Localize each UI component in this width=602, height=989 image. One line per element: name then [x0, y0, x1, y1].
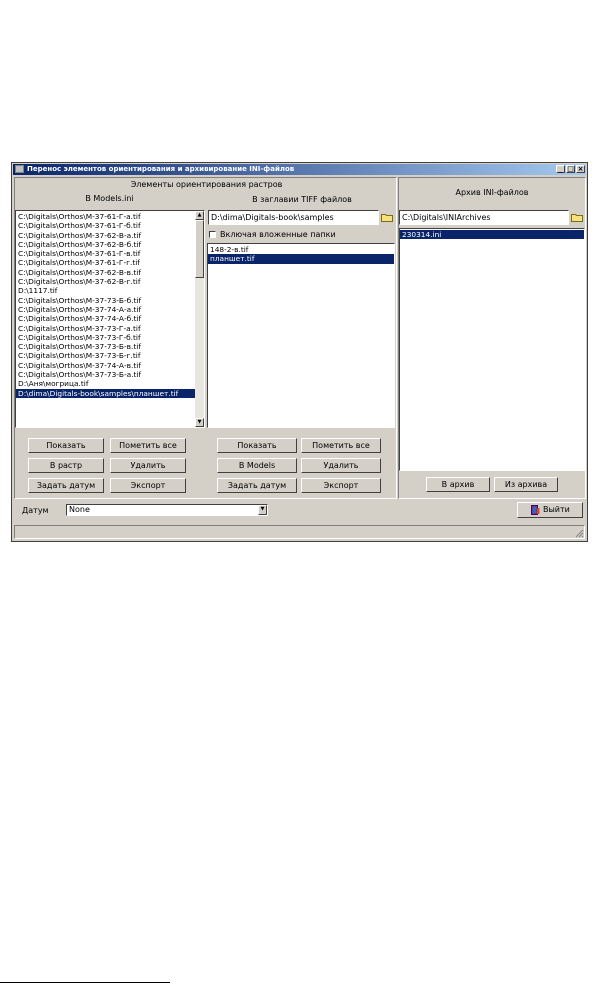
archive-path-field[interactable]: C:\Digitals\INIArchives [399, 210, 569, 225]
list-item[interactable]: C:\Digitals\Orthos\M-37-61-Г-б.tif [16, 221, 196, 230]
tiff-panel-title: В заглавии TIFF файлов [252, 195, 352, 204]
list-item[interactable]: C:\Digitals\Orthos\M-37-73-Г-а.tif [16, 324, 196, 333]
orientation-group-title: Элементы ориентирования растров [130, 180, 283, 189]
list-item[interactable]: C:\Digitals\Orthos\M-37-62-В-а.tif [16, 231, 196, 240]
list-item[interactable]: C:\Digitals\Orthos\M-37-61-Г-а.tif [16, 212, 196, 221]
to-raster-button[interactable]: В растр [28, 458, 104, 473]
page-footnote-rule [0, 982, 170, 983]
tiff-path-field[interactable]: D:\dima\Digitals-book\samples [208, 210, 379, 225]
window-title: Перенос элементов ориентирования и архив… [27, 165, 295, 173]
scroll-down-icon[interactable]: ▼ [195, 418, 204, 427]
include-subfolders-label: Включая вложенные папки [220, 230, 336, 239]
tiff-set-datum-button[interactable]: Задать датум [217, 478, 297, 493]
list-item[interactable]: C:\Digitals\Orthos\M-37-74-А-в.tif [16, 361, 196, 370]
list-item[interactable]: C:\Digitals\Orthos\M-37-74-А-а.tif [16, 305, 196, 314]
list-item[interactable]: C:\Digitals\Orthos\M-37-73-Г-б.tif [16, 333, 196, 342]
to-archive-button[interactable]: В архив [426, 477, 490, 492]
to-models-button[interactable]: В Models [217, 458, 297, 473]
list-item[interactable]: C:\Digitals\Orthos\M-37-62-В-г.tif [16, 277, 196, 286]
list-item[interactable]: 148-2-в.tif [208, 245, 394, 254]
tiff-show-button[interactable]: Показать [217, 438, 297, 453]
datum-select-value: None [69, 505, 90, 514]
status-bar [14, 525, 585, 539]
list-item[interactable]: C:\Digitals\Orthos\M-37-73-Б-а.tif [16, 370, 196, 379]
models-export-button[interactable]: Экспорт [110, 478, 186, 493]
models-mark-all-button[interactable]: Пометить все [110, 438, 186, 453]
scroll-thumb[interactable] [195, 220, 204, 278]
scroll-up-icon[interactable]: ▲ [195, 211, 204, 220]
list-item[interactable]: C:\Digitals\Orthos\M-37-73-Б-г.tif [16, 351, 196, 360]
list-item[interactable]: D:\dima\Digitals-book\samples\планшет.ti… [16, 388, 196, 398]
folder-icon[interactable] [571, 213, 583, 222]
close-button[interactable]: × [576, 165, 585, 173]
models-panel-title: В Models.ini [85, 194, 134, 203]
datum-select[interactable]: None ▼ [66, 504, 268, 516]
list-item[interactable]: 230314.ini [400, 230, 584, 240]
window-app-icon [15, 165, 24, 173]
exit-label: Выйти [543, 505, 570, 514]
list-item[interactable]: D:\Аня\могрица.tif [16, 379, 196, 388]
list-item[interactable]: C:\Digitals\Orthos\M-37-73-Б-в.tif [16, 342, 196, 351]
list-item[interactable]: D:\1117.tif [16, 286, 196, 295]
datum-label: Датум [22, 506, 49, 515]
list-item[interactable]: C:\Digitals\Orthos\M-37-74-А-б.tif [16, 314, 196, 323]
models-list-scrollbar[interactable]: ▲ ▼ [195, 211, 204, 427]
archive-group-title: Архив INI-файлов [455, 188, 529, 197]
title-bar: Перенос элементов ориентирования и архив… [13, 164, 586, 175]
models-set-datum-button[interactable]: Задать датум [28, 478, 104, 493]
list-item[interactable]: планшет.tif [208, 254, 394, 264]
tiff-delete-button[interactable]: Удалить [301, 458, 381, 473]
archive-list[interactable]: 230314.ini [399, 228, 585, 471]
chevron-down-icon[interactable]: ▼ [258, 505, 267, 515]
maximize-button[interactable]: □ [566, 165, 575, 173]
tiff-export-button[interactable]: Экспорт [301, 478, 381, 493]
minimize-button[interactable]: _ [556, 165, 565, 173]
models-show-button[interactable]: Показать [28, 438, 104, 453]
models-delete-button[interactable]: Удалить [110, 458, 186, 473]
exit-button[interactable]: Выйти [517, 502, 583, 518]
tiff-mark-all-button[interactable]: Пометить все [301, 438, 381, 453]
main-window: Перенос элементов ориентирования и архив… [11, 162, 588, 542]
include-subfolders-checkbox[interactable] [209, 231, 216, 238]
tiff-files-list[interactable]: 148-2-в.tif планшет.tif [207, 243, 395, 428]
folder-icon[interactable] [381, 213, 393, 222]
list-item[interactable]: C:\Digitals\Orthos\M-37-62-В-в.tif [16, 268, 196, 277]
from-archive-button[interactable]: Из архива [494, 477, 558, 492]
exit-door-icon [531, 505, 540, 515]
models-list[interactable]: C:\Digitals\Orthos\M-37-61-Г-а.tif C:\Dig… [15, 210, 205, 428]
list-item[interactable]: C:\Digitals\Orthos\M-37-73-Б-б.tif [16, 296, 196, 305]
resize-grip-icon[interactable] [574, 528, 584, 538]
list-item[interactable]: C:\Digitals\Orthos\M-37-61-Г-в.tif [16, 249, 196, 258]
list-item[interactable]: C:\Digitals\Orthos\M-37-62-В-б.tif [16, 240, 196, 249]
list-item[interactable]: C:\Digitals\Orthos\M-37-61-Г-г.tif [16, 258, 196, 267]
